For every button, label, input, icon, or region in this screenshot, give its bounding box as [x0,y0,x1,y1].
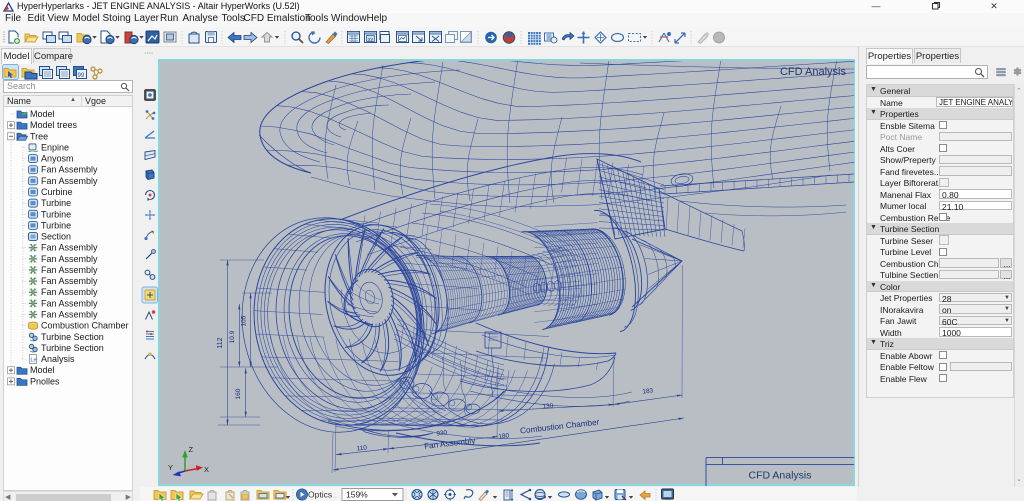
svg-text:..: .. [333,493,337,500]
svg-text:Fan Assembly: Fan Assembly [41,243,98,253]
svg-text:99: 99 [78,73,85,79]
svg-text:Anyosm: Anyosm [41,154,74,164]
svg-text:Analysis: Analysis [41,354,75,364]
svg-text:Le: Le [31,358,37,364]
svg-text:180: 180 [498,432,510,440]
svg-text:Combustion Chamber: Combustion Chamber [41,321,129,331]
svg-text:Combustion Chamber: Combustion Chamber [520,418,600,436]
svg-text:Fan Assembly: Fan Assembly [41,165,98,175]
svg-text:Fan Assembly: Fan Assembly [41,298,98,308]
svg-text:Optics: Optics [308,490,332,500]
svg-text:130: 130 [542,403,554,411]
svg-text:X: X [204,465,209,474]
svg-text:xy: xy [368,37,374,43]
svg-text:Z: Z [189,445,194,454]
svg-text:Model trees: Model trees [30,120,78,130]
svg-text:Model: Model [30,109,55,119]
svg-text:Turbine: Turbine [41,209,71,219]
svg-text:Fan Assembly: Fan Assembly [41,265,98,275]
svg-text:Fan Assembly: Fan Assembly [41,276,98,286]
svg-text:110: 110 [356,444,367,452]
svg-text:Model: Model [30,365,55,375]
svg-text:Fan Assembly: Fan Assembly [424,436,477,451]
svg-text:930: 930 [436,429,448,437]
svg-text:Pnolles: Pnolles [30,376,60,386]
svg-text:CFD Analysis: CFD Analysis [780,66,847,78]
svg-text:CFD Analysis: CFD Analysis [748,470,811,482]
svg-text:10.9: 10.9 [229,330,236,343]
svg-text:Y: Y [168,463,173,472]
svg-text:105: 105 [241,315,248,326]
svg-text:Turbine Section: Turbine Section [41,343,104,353]
svg-text:Fan Assembly: Fan Assembly [41,310,98,320]
svg-text:159%: 159% [346,490,368,500]
svg-text:Section: Section [41,232,71,242]
svg-text:Fan Assembly: Fan Assembly [41,287,98,297]
svg-text:183: 183 [642,387,654,395]
svg-text:112: 112 [217,337,224,348]
svg-text:160: 160 [235,388,242,399]
svg-text:Turbine: Turbine [41,220,71,230]
svg-text:Enpine: Enpine [41,142,69,152]
svg-text:Turbine: Turbine [41,198,71,208]
svg-text:Curbine: Curbine [41,187,73,197]
svg-text:Fan Assembly: Fan Assembly [41,176,98,186]
svg-text:Fan Assembly: Fan Assembly [41,254,98,264]
svg-text:Turbine Section: Turbine Section [41,332,104,342]
svg-text:Tree: Tree [30,131,48,141]
